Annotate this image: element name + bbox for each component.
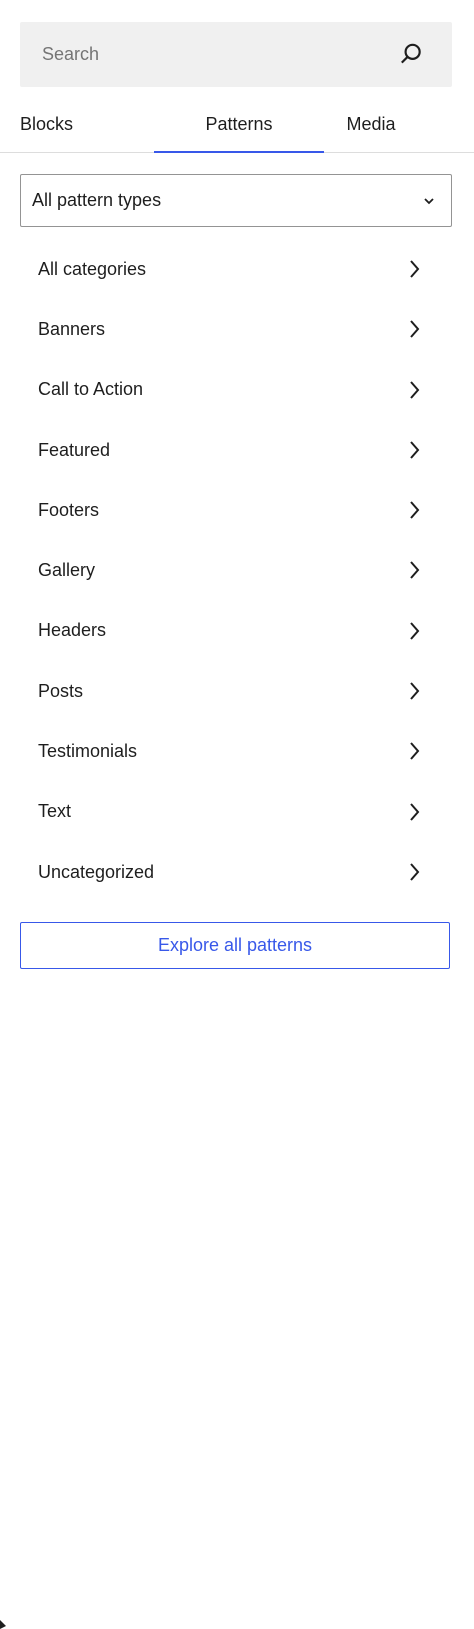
category-label: Gallery — [38, 560, 96, 581]
chevron-right-icon — [410, 622, 420, 640]
category-item-all-categories[interactable]: All categories — [20, 239, 452, 299]
category-label: Headers — [38, 620, 107, 641]
category-label: Text — [38, 801, 72, 822]
active-tab-indicator — [154, 151, 324, 153]
tab-blocks[interactable]: Blocks — [20, 96, 73, 152]
category-label: Testimonials — [38, 741, 138, 762]
pattern-category-list: All categories Banners Call to Action Fe… — [20, 239, 452, 902]
pattern-type-select-value: All pattern types — [32, 190, 162, 210]
chevron-right-icon — [410, 863, 420, 881]
category-label: Featured — [38, 439, 111, 460]
chevron-right-icon — [410, 260, 420, 278]
chevron-right-icon — [410, 803, 420, 821]
explore-all-patterns-button[interactable]: Explore all patterns — [20, 922, 450, 969]
category-label: Banners — [38, 318, 106, 339]
category-item-featured[interactable]: Featured — [20, 420, 452, 480]
chevron-down-icon — [424, 198, 434, 205]
category-label: Uncategorized — [38, 861, 155, 882]
category-item-uncategorized[interactable]: Uncategorized — [20, 842, 452, 902]
category-item-footers[interactable]: Footers — [20, 480, 452, 540]
category-item-text[interactable]: Text — [20, 782, 452, 842]
chevron-right-icon — [410, 501, 420, 519]
pattern-type-select[interactable]: All pattern types — [20, 174, 452, 227]
chevron-right-icon — [410, 380, 420, 399]
tab-media[interactable]: Media — [324, 96, 418, 152]
category-item-headers[interactable]: Headers — [20, 601, 452, 661]
search-icon[interactable] — [398, 41, 424, 67]
category-item-posts[interactable]: Posts — [20, 661, 452, 721]
chevron-right-icon — [410, 320, 420, 338]
category-label: Call to Action — [38, 379, 144, 400]
search-input[interactable] — [20, 22, 372, 87]
category-item-banners[interactable]: Banners — [20, 299, 452, 359]
category-item-testimonials[interactable]: Testimonials — [20, 721, 452, 781]
chevron-right-icon — [410, 742, 420, 761]
category-item-gallery[interactable]: Gallery — [20, 540, 452, 600]
chevron-right-icon — [410, 441, 420, 459]
category-label: Posts — [38, 680, 84, 701]
inserter-tabs: Blocks Patterns Media — [0, 96, 474, 153]
category-label: All categories — [38, 258, 147, 279]
cursor-fragment-icon — [0, 1620, 6, 1629]
category-label: Footers — [38, 499, 100, 520]
chevron-right-icon — [410, 561, 420, 580]
chevron-right-icon — [410, 682, 420, 700]
search-box[interactable] — [20, 22, 452, 87]
tab-patterns[interactable]: Patterns — [154, 96, 324, 152]
category-item-call-to-action[interactable]: Call to Action — [20, 360, 452, 420]
